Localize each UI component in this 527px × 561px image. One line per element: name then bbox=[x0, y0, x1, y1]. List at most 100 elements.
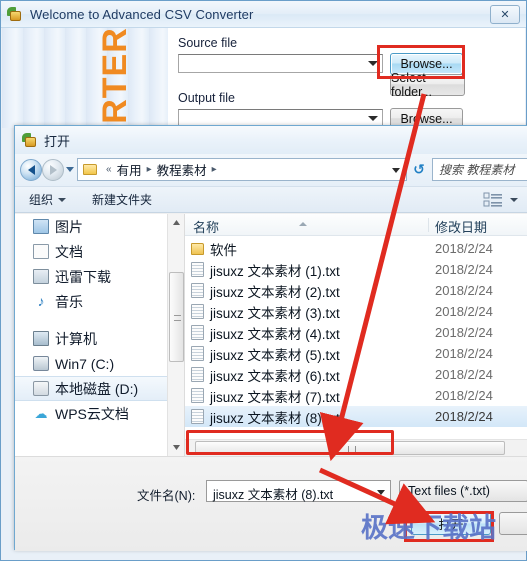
filename-value: jisuxz 文本素材 (8).txt bbox=[213, 488, 334, 502]
text-file-icon bbox=[191, 262, 204, 277]
table-row[interactable]: jisuxz 文本素材 (4).txt 2018/2/24 bbox=[185, 322, 527, 343]
breadcrumb-separator-icon: ▸ bbox=[146, 164, 152, 175]
localdisk-icon bbox=[33, 381, 49, 396]
text-file-icon bbox=[191, 388, 204, 403]
nav-item-4[interactable]: 计算机 bbox=[15, 326, 184, 351]
file-date: 2018/2/24 bbox=[435, 409, 493, 424]
cancel-button[interactable] bbox=[499, 512, 527, 535]
scroll-up-icon[interactable] bbox=[168, 214, 185, 231]
table-row[interactable]: jisuxz 文本素材 (1).txt 2018/2/24 bbox=[185, 259, 527, 280]
file-list-hscrollbar[interactable] bbox=[185, 439, 527, 456]
source-file-input[interactable] bbox=[178, 54, 383, 73]
root-chevron-icon[interactable]: « bbox=[106, 164, 112, 175]
table-row[interactable]: jisuxz 文本素材 (6).txt 2018/2/24 bbox=[185, 364, 527, 385]
file-date: 2018/2/24 bbox=[435, 367, 493, 382]
file-date: 2018/2/24 bbox=[435, 388, 493, 403]
nav-item-6[interactable]: 本地磁盘 (D:) bbox=[15, 376, 184, 401]
chevron-down-icon[interactable] bbox=[368, 61, 378, 66]
table-row[interactable]: jisuxz 文本素材 (5).txt 2018/2/24 bbox=[185, 343, 527, 364]
nav-item-1[interactable]: 文档 bbox=[15, 239, 184, 264]
nav-item-label: 音乐 bbox=[55, 293, 83, 310]
nav-item-label: Win7 (C:) bbox=[55, 355, 115, 372]
documents-icon bbox=[33, 244, 49, 259]
open-file-dialog: 打开 « 有用 ▸ 教程素材 ▸ ↺ 搜索 教程素材 组织 新建文件夹 图片 文… bbox=[14, 125, 527, 551]
scroll-down-icon[interactable] bbox=[168, 439, 185, 456]
back-button[interactable] bbox=[20, 159, 42, 181]
table-row[interactable]: jisuxz 文本素材 (8).txt 2018/2/24 bbox=[185, 406, 527, 427]
table-row[interactable]: jisuxz 文本素材 (2).txt 2018/2/24 bbox=[185, 280, 527, 301]
refresh-icon[interactable]: ↺ bbox=[410, 160, 428, 179]
file-name: 软件 bbox=[210, 242, 237, 258]
chevron-down-icon[interactable] bbox=[368, 116, 378, 121]
views-chevron-down-icon[interactable] bbox=[510, 198, 518, 202]
select-folder-button[interactable]: Select folder... bbox=[390, 71, 465, 99]
chevron-down-icon bbox=[58, 197, 67, 202]
organize-label: 组织 bbox=[29, 193, 54, 207]
nav-scroll-thumb[interactable] bbox=[169, 272, 184, 362]
text-file-icon bbox=[191, 409, 204, 424]
address-row: « 有用 ▸ 教程素材 ▸ ↺ 搜索 教程素材 bbox=[15, 154, 527, 186]
file-date: 2018/2/24 bbox=[435, 262, 493, 277]
folder-icon bbox=[83, 164, 97, 175]
file-date: 2018/2/24 bbox=[435, 325, 493, 340]
text-file-icon bbox=[191, 325, 204, 340]
filename-input[interactable]: jisuxz 文本素材 (8).txt bbox=[206, 480, 391, 502]
nav-pane-scrollbar[interactable] bbox=[167, 214, 184, 456]
address-dropdown-icon[interactable] bbox=[392, 168, 400, 173]
file-name: jisuxz 文本素材 (8).txt bbox=[210, 410, 340, 426]
sort-ascending-icon bbox=[299, 222, 307, 226]
file-type-filter[interactable]: Text files (*.txt) bbox=[399, 480, 527, 502]
chevron-down-icon[interactable] bbox=[377, 490, 385, 495]
forward-button[interactable] bbox=[42, 159, 64, 181]
views-list-icon[interactable] bbox=[483, 192, 503, 208]
breadcrumb-item-1[interactable]: 有用 bbox=[117, 160, 142, 179]
column-divider[interactable] bbox=[428, 218, 429, 232]
open-button[interactable]: 打开 bbox=[411, 512, 491, 535]
scroll-grip-icon bbox=[348, 446, 356, 453]
organize-menu[interactable]: 组织 bbox=[29, 191, 67, 208]
music-icon: ♪ bbox=[37, 293, 45, 309]
scroll-grip-icon bbox=[174, 315, 181, 321]
nav-item-3[interactable]: ♪ 音乐 bbox=[15, 289, 184, 314]
table-row[interactable]: jisuxz 文本素材 (7).txt 2018/2/24 bbox=[185, 385, 527, 406]
pictures-icon bbox=[33, 219, 49, 234]
dialog-titlebar: 打开 bbox=[15, 126, 527, 154]
brand-banner: RTER bbox=[60, 20, 170, 130]
file-name: jisuxz 文本素材 (6).txt bbox=[210, 368, 340, 384]
nav-item-7[interactable]: ☁ WPS云文档 bbox=[15, 401, 184, 426]
harddisk-icon bbox=[33, 356, 49, 371]
new-folder-button[interactable]: 新建文件夹 bbox=[92, 191, 152, 208]
brand-banner-text: RTER bbox=[95, 26, 134, 124]
table-row[interactable]: 软件 2018/2/24 bbox=[185, 238, 527, 259]
dialog-folder-icon bbox=[22, 132, 38, 148]
nav-item-label: 图片 bbox=[55, 218, 83, 235]
dialog-bottom-bar: 文件名(N): jisuxz 文本素材 (8).txt Text files (… bbox=[15, 456, 527, 551]
file-name: jisuxz 文本素材 (5).txt bbox=[210, 347, 340, 363]
file-list-pane: 名称 修改日期 软件 2018/2/24 jisuxz 文本素材 (1).txt 20… bbox=[185, 214, 527, 456]
file-name: jisuxz 文本素材 (4).txt bbox=[210, 326, 340, 342]
close-icon[interactable]: ✕ bbox=[490, 5, 520, 24]
search-input[interactable]: 搜索 教程素材 bbox=[432, 158, 527, 181]
column-header-date[interactable]: 修改日期 bbox=[435, 217, 487, 236]
hscroll-thumb[interactable] bbox=[195, 441, 505, 455]
nav-item-5[interactable]: Win7 (C:) bbox=[15, 351, 184, 376]
filename-label: 文件名(N): bbox=[137, 489, 196, 503]
address-bar[interactable]: « 有用 ▸ 教程素材 ▸ bbox=[77, 158, 407, 181]
source-file-label: Source file bbox=[178, 36, 238, 50]
table-row[interactable]: jisuxz 文本素材 (3).txt 2018/2/24 bbox=[185, 301, 527, 322]
recent-locations-icon[interactable] bbox=[66, 167, 74, 172]
file-date: 2018/2/24 bbox=[435, 304, 493, 319]
text-file-icon bbox=[191, 367, 204, 382]
nav-item-2[interactable]: 迅雷下载 bbox=[15, 264, 184, 289]
column-header-name[interactable]: 名称 bbox=[193, 217, 219, 236]
breadcrumb-item-2[interactable]: 教程素材 bbox=[157, 160, 207, 179]
nav-item-0[interactable]: 图片 bbox=[15, 214, 184, 239]
output-file-label: Output file bbox=[178, 91, 235, 105]
file-date: 2018/2/24 bbox=[435, 346, 493, 361]
file-type-filter-value: Text files (*.txt) bbox=[408, 484, 490, 498]
file-list-header: 名称 修改日期 bbox=[185, 214, 527, 236]
file-name: jisuxz 文本素材 (1).txt bbox=[210, 263, 340, 279]
nav-item-label: 本地磁盘 (D:) bbox=[55, 380, 139, 397]
nav-item-label: 文档 bbox=[55, 243, 83, 260]
dialog-toolbar: 组织 新建文件夹 bbox=[15, 186, 527, 213]
